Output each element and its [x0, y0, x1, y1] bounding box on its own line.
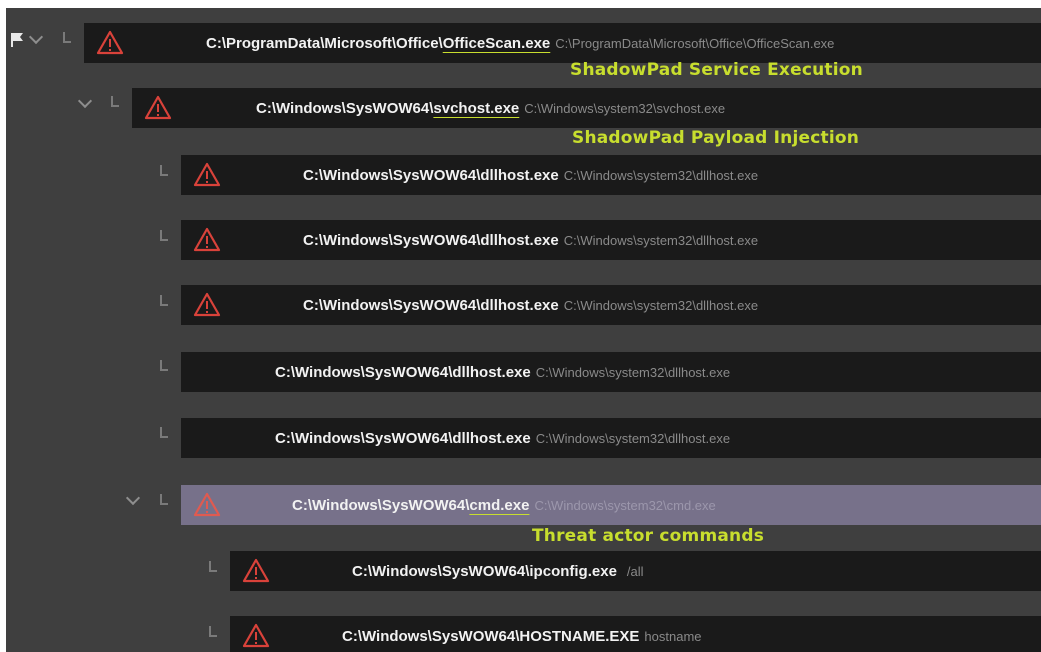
process-row-officescan[interactable]: C:\ProgramData\Microsoft\Office\OfficeSc…	[84, 23, 1041, 63]
process-command-line: /all	[626, 563, 644, 579]
tree-elbow-icon	[209, 626, 217, 637]
annotation-label: ShadowPad Service Execution	[570, 60, 863, 80]
process-path: C:\Windows\SysWOW64\cmd.exe	[292, 496, 530, 514]
process-path: C:\Windows\SysWOW64\ipconfig.exe	[352, 562, 617, 580]
process-path: C:\Windows\SysWOW64\svchost.exe	[256, 99, 520, 117]
process-command-line: C:\Windows\system32\dllhost.exe	[563, 297, 759, 313]
warning-triangle-icon	[193, 227, 221, 252]
process-exe-name[interactable]: cmd.exe	[469, 497, 529, 514]
process-path: C:\Windows\SysWOW64\dllhost.exe	[303, 166, 559, 184]
process-row-dllhost[interactable]: C:\Windows\SysWOW64\dllhost.exe C:\Windo…	[181, 285, 1041, 325]
process-row-cmd[interactable]: C:\Windows\SysWOW64\cmd.exe C:\Windows\s…	[181, 485, 1041, 525]
process-path: C:\ProgramData\Microsoft\Office\OfficeSc…	[206, 34, 551, 52]
process-command-line: C:\Windows\system32\svchost.exe	[524, 100, 726, 116]
tree-elbow-icon	[160, 295, 168, 306]
tree-elbow-icon	[160, 230, 168, 241]
process-exe-name[interactable]: OfficeScan.exe	[443, 35, 551, 52]
tree-elbow-icon	[209, 561, 217, 572]
process-path: C:\Windows\SysWOW64\HOSTNAME.EXE	[342, 627, 640, 645]
process-command-line: hostname	[644, 628, 702, 644]
process-row-ipconfig[interactable]: C:\Windows\SysWOW64\ipconfig.exe /all	[230, 551, 1041, 591]
tree-elbow-icon	[160, 360, 168, 371]
warning-triangle-icon	[96, 30, 124, 55]
process-command-line: C:\Windows\system32\dllhost.exe	[563, 232, 759, 248]
process-path: C:\Windows\SysWOW64\dllhost.exe	[275, 429, 531, 447]
process-command-line: C:\ProgramData\Microsoft\Office\OfficeSc…	[555, 35, 835, 51]
warning-triangle-icon	[193, 492, 221, 517]
annotation-label: Threat actor commands	[532, 526, 765, 546]
process-path: C:\Windows\SysWOW64\dllhost.exe	[303, 231, 559, 249]
warning-triangle-icon	[242, 623, 270, 648]
chevron-down-icon[interactable]	[77, 93, 93, 109]
process-row-hostname[interactable]: C:\Windows\SysWOW64\HOSTNAME.EXE hostnam…	[230, 616, 1041, 652]
process-command-line: C:\Windows\system32\dllhost.exe	[535, 364, 731, 380]
process-row-svchost[interactable]: C:\Windows\SysWOW64\svchost.exe C:\Windo…	[132, 88, 1041, 128]
warning-triangle-icon	[193, 162, 221, 187]
warning-triangle-icon	[144, 95, 172, 120]
tree-elbow-icon	[160, 494, 168, 505]
process-row-dllhost[interactable]: C:\Windows\SysWOW64\dllhost.exe C:\Windo…	[181, 352, 1041, 392]
chevron-down-icon[interactable]	[125, 490, 141, 506]
annotation-label: ShadowPad Payload Injection	[572, 128, 860, 148]
process-command-line: C:\Windows\system32\dllhost.exe	[535, 430, 731, 446]
tree-elbow-icon	[63, 32, 71, 43]
process-path: C:\Windows\SysWOW64\dllhost.exe	[303, 296, 559, 314]
process-row-dllhost[interactable]: C:\Windows\SysWOW64\dllhost.exe C:\Windo…	[181, 155, 1041, 195]
process-command-line: C:\Windows\system32\dllhost.exe	[563, 167, 759, 183]
process-tree-panel: C:\ProgramData\Microsoft\Office\OfficeSc…	[6, 8, 1041, 652]
process-row-dllhost[interactable]: C:\Windows\SysWOW64\dllhost.exe C:\Windo…	[181, 418, 1041, 458]
process-command-line: C:\Windows\system32\cmd.exe	[534, 497, 716, 513]
process-path: C:\Windows\SysWOW64\dllhost.exe	[275, 363, 531, 381]
chevron-down-icon[interactable]	[28, 29, 44, 45]
process-row-dllhost[interactable]: C:\Windows\SysWOW64\dllhost.exe C:\Windo…	[181, 220, 1041, 260]
tree-elbow-icon	[160, 427, 168, 438]
warning-triangle-icon	[193, 292, 221, 317]
flag-icon[interactable]	[10, 32, 24, 48]
warning-triangle-icon	[242, 558, 270, 583]
tree-elbow-icon	[160, 165, 168, 176]
process-exe-name[interactable]: svchost.exe	[433, 100, 519, 117]
tree-elbow-icon	[111, 96, 119, 107]
